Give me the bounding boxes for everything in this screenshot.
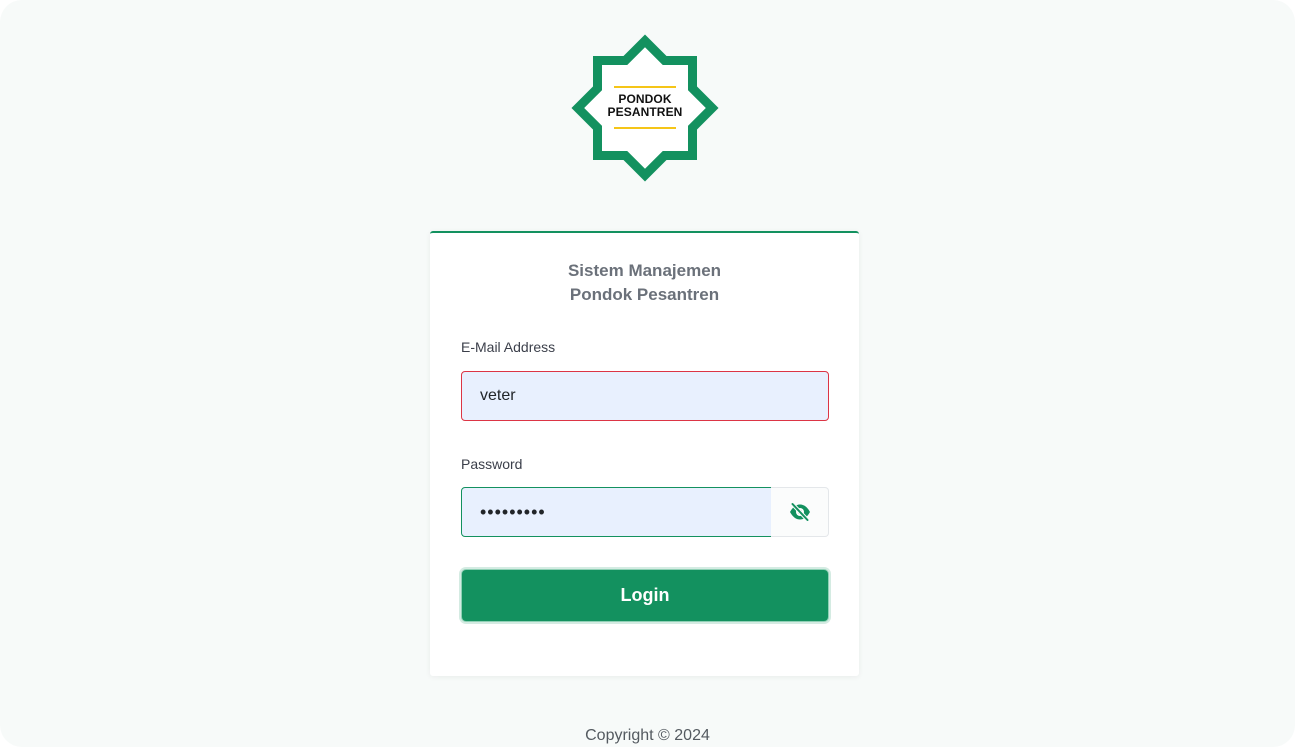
pondok-pesantren-logo: PONDOK PESANTREN [570, 34, 720, 184]
card-title-line1: Sistem Manajemen [567, 261, 722, 280]
logo-text-line2: PESANTREN [607, 105, 683, 119]
login-button[interactable]: Login [461, 569, 829, 622]
password-label: Password [461, 456, 523, 472]
copyright-text: Copyright © 2024 [585, 727, 710, 744]
eye-slash-icon [789, 502, 810, 522]
card-title-line2: Pondok Pesantren [569, 285, 720, 304]
password-input[interactable]: ••••••••• [461, 487, 772, 537]
login-card: Sistem Manajemen Pondok Pesantren E-Mail… [430, 231, 859, 676]
email-input[interactable]: veter [461, 371, 829, 421]
email-label: E-Mail Address [461, 339, 556, 355]
login-page: PONDOK PESANTREN Sistem Manajemen Pondok… [0, 0, 1295, 747]
toggle-password-visibility-button[interactable] [771, 487, 829, 537]
